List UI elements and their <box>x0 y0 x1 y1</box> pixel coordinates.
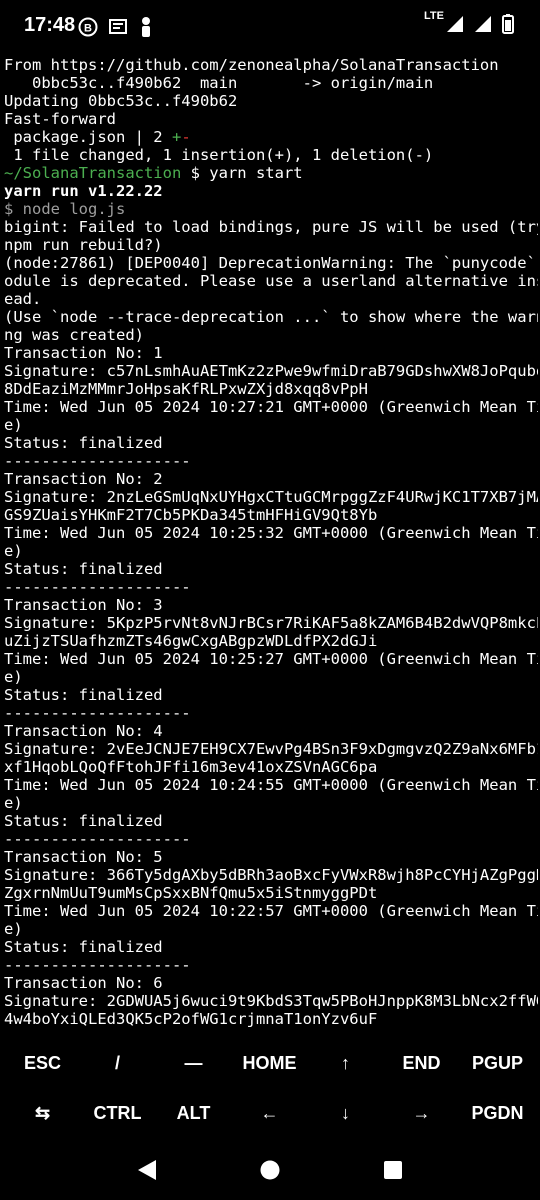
terminal-line: odule is deprecated. Please use a userla… <box>4 272 538 290</box>
terminal-line: -------------------- <box>4 578 191 596</box>
alt-key[interactable]: ALT <box>155 1088 232 1138</box>
up-arrow-key[interactable]: ↑ <box>307 1038 384 1088</box>
terminal-line: Signature: 2nzLeGSmUqNxUYHgxCTtuGCMrpggZ… <box>4 488 538 506</box>
terminal-line: Transaction No: 5 <box>4 848 163 866</box>
navigation-bar <box>0 1140 540 1200</box>
signal-icon <box>475 16 491 32</box>
terminal-line: -------------------- <box>4 830 191 848</box>
terminal-line: e) <box>4 542 23 560</box>
home-key[interactable]: HOME <box>231 1038 308 1088</box>
terminal-line: ~/SolanaTransaction $ yarn start <box>4 164 303 182</box>
terminal-line: Status: finalized <box>4 560 163 578</box>
terminal-line: Signature: c57nLsmhAuAETmKz2zPwe9wfmiDra… <box>4 362 538 380</box>
terminal-line: -------------------- <box>4 704 191 722</box>
terminal-line: Time: Wed Jun 05 2024 10:27:21 GMT+0000 … <box>4 398 538 416</box>
terminal-line: Transaction No: 3 <box>4 596 163 614</box>
slash-key[interactable]: / <box>79 1038 156 1088</box>
terminal-line: npm run rebuild?) <box>4 236 163 254</box>
clock: 17:48 <box>24 14 76 36</box>
terminal-line: Time: Wed Jun 05 2024 10:22:57 GMT+0000 … <box>4 902 538 920</box>
terminal-line: e) <box>4 668 23 686</box>
esc-key[interactable]: ESC <box>4 1038 81 1088</box>
terminal-line: (Use `node --trace-deprecation ...` to s… <box>4 308 538 326</box>
terminal-line: Status: finalized <box>4 686 163 704</box>
terminal-line: Time: Wed Jun 05 2024 10:24:55 GMT+0000 … <box>4 776 538 794</box>
terminal-line: Fast-forward <box>4 110 116 128</box>
terminal-line: Status: finalized <box>4 812 163 830</box>
terminal-line: Transaction No: 1 <box>4 344 163 362</box>
down-arrow-key[interactable]: ↓ <box>307 1088 384 1138</box>
system-icons: LTE <box>424 10 514 34</box>
terminal-line: From https://github.com/zenonealpha/Sola… <box>4 56 499 74</box>
terminal-line: $ node log.js <box>4 200 126 218</box>
terminal-line: Signature: 2GDWUA5j6wuci9t9KbdS3Tqw5PBoH… <box>4 992 538 1010</box>
terminal-line: bigint: Failed to load bindings, pure JS… <box>4 218 538 236</box>
person-icon <box>142 17 150 37</box>
extra-keys-bar: ESC / — HOME ↑ END PGUP ⇆ CTRL ALT ← ↓ → PGDN <box>0 1036 540 1140</box>
b-circle-icon: B <box>78 17 98 37</box>
recents-icon[interactable] <box>378 1158 408 1182</box>
terminal-line: e) <box>4 416 23 434</box>
signal-icon <box>447 16 463 32</box>
pgup-key[interactable]: PGUP <box>459 1038 536 1088</box>
network-type: LTE <box>424 10 444 22</box>
terminal-line: Transaction No: 4 <box>4 722 163 740</box>
message-icon <box>109 19 127 34</box>
back-icon[interactable] <box>132 1158 162 1182</box>
terminal-line: Transaction No: 6 <box>4 974 163 992</box>
left-arrow-key[interactable]: ← <box>231 1088 308 1138</box>
terminal-line: -------------------- <box>4 452 191 470</box>
tab-key[interactable]: ⇆ <box>4 1088 81 1138</box>
terminal-line: Signature: 366Ty5dgAXby5dBRh3aoBxcFyVWxR… <box>4 866 538 884</box>
terminal-line: 8DdEaziMzMMmrJoHpsaKfRLPxwZXjd8xqq8vPpH <box>4 380 368 398</box>
terminal-line: e) <box>4 920 23 938</box>
terminal-line: package.json | 2 +- <box>4 128 191 146</box>
dash-key[interactable]: — <box>155 1038 232 1088</box>
terminal-line: xf1HqobLQoQfFtohJFfi16m3ev41oxZSVnAGC6pa <box>4 758 378 776</box>
terminal-line: GS9ZUaisYHKmF2T7Cb5PKDa345tmHFHiGV9Qt8Yb <box>4 506 378 524</box>
terminal-line: ng was created) <box>4 326 144 344</box>
terminal-line: 4w4boYxiQLEd3QK5cP2ofWG1crjmnaT1onYzv6uF <box>4 1010 378 1028</box>
end-key[interactable]: END <box>383 1038 460 1088</box>
terminal-line: Transaction No: 2 <box>4 470 163 488</box>
home-icon[interactable] <box>255 1158 285 1182</box>
terminal-line: Time: Wed Jun 05 2024 10:25:27 GMT+0000 … <box>4 650 538 668</box>
terminal-line: ZgxrnNmUuT9umMsCpSxxBNfQmu5x5iStnmyggPDt <box>4 884 378 902</box>
terminal-line: (node:27861) [DEP0040] DeprecationWarnin… <box>4 254 538 272</box>
terminal-line: Time: Wed Jun 05 2024 10:25:32 GMT+0000 … <box>4 524 538 542</box>
battery-icon <box>502 14 514 34</box>
extra-keys-row-1: ESC / — HOME ↑ END PGUP <box>0 1038 540 1088</box>
status-bar: 17:48 B LTE <box>0 0 540 52</box>
pgdn-key[interactable]: PGDN <box>459 1088 536 1138</box>
extra-keys-row-2: ⇆ CTRL ALT ← ↓ → PGDN <box>0 1088 540 1138</box>
terminal-line: Signature: 5KpzP5rvNt8vNJrBCsr7RiKAF5a8k… <box>4 614 538 632</box>
notification-icons: B <box>78 16 154 38</box>
terminal-line: -------------------- <box>4 956 191 974</box>
terminal-line: uZijzTSUafhzmZTs46gwCxgABgpzWDLdfPX2dGJi <box>4 632 378 650</box>
terminal-line: ead. <box>4 290 42 308</box>
ctrl-key[interactable]: CTRL <box>79 1088 156 1138</box>
terminal-line: 0bbc53c..f490b62 main -> origin/main <box>4 74 434 92</box>
terminal-line: yarn run v1.22.22 <box>4 182 163 200</box>
svg-text:B: B <box>84 23 92 35</box>
terminal-line: Signature: 2vEeJCNJE7EH9CX7EwvPg4BSn3F9x… <box>4 740 538 758</box>
terminal-output[interactable]: From https://github.com/zenonealpha/Sola… <box>4 56 538 1030</box>
terminal-line: 1 file changed, 1 insertion(+), 1 deleti… <box>4 146 434 164</box>
terminal-line: Status: finalized <box>4 434 163 452</box>
terminal-line: Updating 0bbc53c..f490b62 <box>4 92 238 110</box>
terminal-line: Status: finalized <box>4 938 163 956</box>
right-arrow-key[interactable]: → <box>383 1088 460 1138</box>
terminal-line: e) <box>4 794 23 812</box>
